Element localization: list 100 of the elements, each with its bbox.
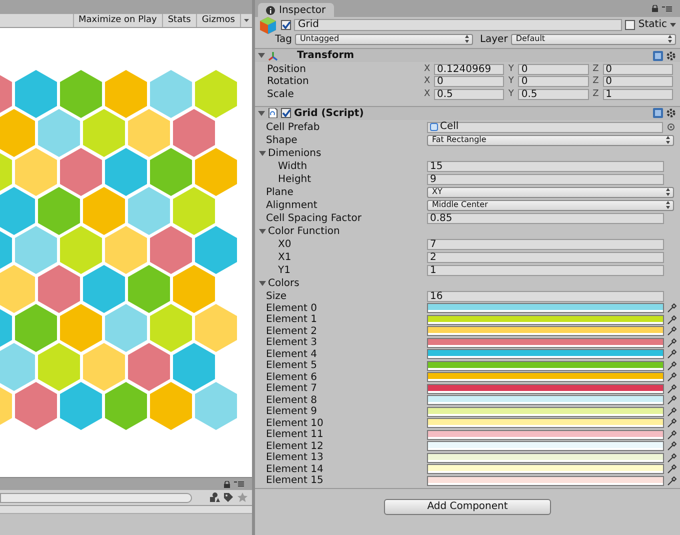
eyedropper-icon[interactable] (667, 418, 677, 428)
number-field[interactable]: 15 (427, 160, 664, 172)
toolbar-button[interactable]: Gizmos (196, 14, 240, 27)
color-swatch[interactable] (427, 338, 664, 348)
expanded-arrow-icon[interactable] (258, 110, 265, 116)
tag-dropdown[interactable]: Untagged (294, 34, 473, 44)
number-field[interactable]: 0 (434, 76, 504, 88)
color-swatch[interactable] (427, 395, 664, 406)
settings-icon[interactable] (666, 50, 676, 60)
field-label: Element 10 (266, 416, 324, 429)
field-label: Element 4 (266, 348, 318, 360)
dropdown[interactable]: XY (427, 186, 674, 198)
cube-icon (258, 14, 278, 34)
lock-icon[interactable] (224, 480, 230, 488)
color-swatch[interactable] (427, 384, 664, 394)
tag-label: Tag (275, 32, 292, 46)
color-swatch[interactable] (427, 430, 664, 440)
toolbar-button[interactable]: Stats (162, 14, 196, 27)
color-swatch[interactable] (427, 314, 664, 325)
group-label[interactable]: Colors (268, 276, 300, 290)
eyedropper-icon[interactable] (667, 326, 677, 336)
color-swatch[interactable] (427, 418, 664, 428)
number-field[interactable]: 0 (518, 76, 589, 88)
expanded-arrow-icon[interactable] (259, 280, 266, 286)
object-field[interactable]: Cell (427, 122, 663, 132)
field-label: Position (267, 62, 307, 76)
expanded-arrow-icon[interactable] (259, 150, 266, 156)
eyedropper-icon[interactable] (667, 464, 677, 474)
shapes-icon[interactable] (209, 492, 220, 503)
axis-label: X (424, 62, 432, 76)
eyedropper-icon[interactable] (667, 395, 677, 406)
color-swatch[interactable] (427, 464, 664, 474)
eyedropper-icon[interactable] (667, 360, 677, 371)
eyedropper-icon[interactable] (667, 384, 677, 394)
group-label[interactable]: Color Function (268, 224, 340, 238)
axis-label: Z (592, 62, 600, 76)
toolbar-button[interactable]: Maximize on Play (72, 14, 162, 27)
color-swatch[interactable] (427, 372, 664, 382)
color-swatch[interactable] (427, 406, 664, 417)
object-picker-icon[interactable] (667, 123, 675, 131)
color-swatch[interactable] (427, 349, 664, 360)
number-field[interactable]: 0 (602, 64, 673, 75)
number-field[interactable]: 0 (602, 76, 673, 88)
eyedropper-icon[interactable] (667, 430, 677, 440)
check-icon (282, 109, 290, 117)
checkbox[interactable] (281, 108, 291, 118)
field-label: Rotation (267, 75, 310, 89)
dropdown[interactable]: Fat Rectangle (427, 134, 674, 146)
eyedropper-icon[interactable] (667, 338, 677, 348)
settings-icon[interactable] (666, 108, 676, 118)
dropdown-arrow-icon[interactable] (670, 22, 676, 26)
group-label[interactable]: Dimenions (268, 146, 322, 160)
menu-icon[interactable] (234, 481, 244, 487)
eyedropper-icon[interactable] (667, 476, 677, 486)
field-label: Cell Spacing Factor (266, 212, 362, 226)
number-field[interactable]: 0.1240969 (434, 64, 504, 75)
color-swatch[interactable] (427, 452, 664, 463)
lock-icon[interactable] (652, 5, 658, 12)
tag-icon[interactable] (223, 492, 234, 503)
static-label: Static (638, 18, 667, 32)
color-swatch[interactable] (427, 360, 664, 371)
number-field[interactable]: 0.85 (427, 212, 664, 224)
color-swatch[interactable] (427, 303, 664, 314)
number-field[interactable]: 0.5 (518, 88, 589, 100)
dropdown[interactable]: Middle Center (427, 200, 674, 210)
eyedropper-icon[interactable] (667, 303, 677, 314)
layer-dropdown[interactable]: Default (510, 34, 676, 44)
updown-icon (666, 136, 670, 144)
eyedropper-icon[interactable] (667, 372, 677, 382)
color-swatch[interactable] (427, 326, 664, 336)
eyedropper-icon[interactable] (667, 441, 677, 452)
field-label: Element 11 (266, 428, 324, 441)
number-field[interactable]: 0 (518, 64, 589, 75)
add-component-button[interactable]: Add Component (384, 498, 551, 514)
color-swatch[interactable] (427, 441, 664, 452)
eyedropper-icon[interactable] (667, 406, 677, 417)
number-field[interactable]: 1 (602, 88, 673, 100)
search-field[interactable] (0, 492, 192, 502)
checkbox[interactable] (625, 20, 636, 30)
updown-icon (666, 201, 670, 209)
expanded-arrow-icon[interactable] (258, 52, 265, 59)
eyedropper-icon[interactable] (667, 314, 677, 325)
eyedropper-icon[interactable] (667, 452, 677, 463)
field-label: Element 1 (266, 313, 318, 326)
axis-label: Y (508, 62, 515, 76)
color-swatch[interactable] (427, 476, 664, 486)
eyedropper-icon[interactable] (667, 349, 677, 360)
number-field[interactable]: 7 (427, 238, 664, 250)
number-field[interactable]: 0.5 (434, 88, 504, 100)
number-field[interactable]: 16 (427, 290, 664, 302)
number-field[interactable]: 9 (427, 174, 664, 184)
inspector-tab[interactable]: Inspector (258, 3, 334, 17)
menu-icon[interactable] (662, 6, 672, 12)
expanded-arrow-icon[interactable] (259, 228, 266, 234)
number-field[interactable]: 1 (427, 264, 664, 276)
dropdown-arrow-icon[interactable] (244, 19, 249, 22)
star-icon[interactable] (237, 492, 248, 503)
number-field[interactable]: 2 (427, 252, 664, 262)
checkbox[interactable] (281, 20, 291, 30)
name-field[interactable]: Grid (294, 18, 622, 30)
